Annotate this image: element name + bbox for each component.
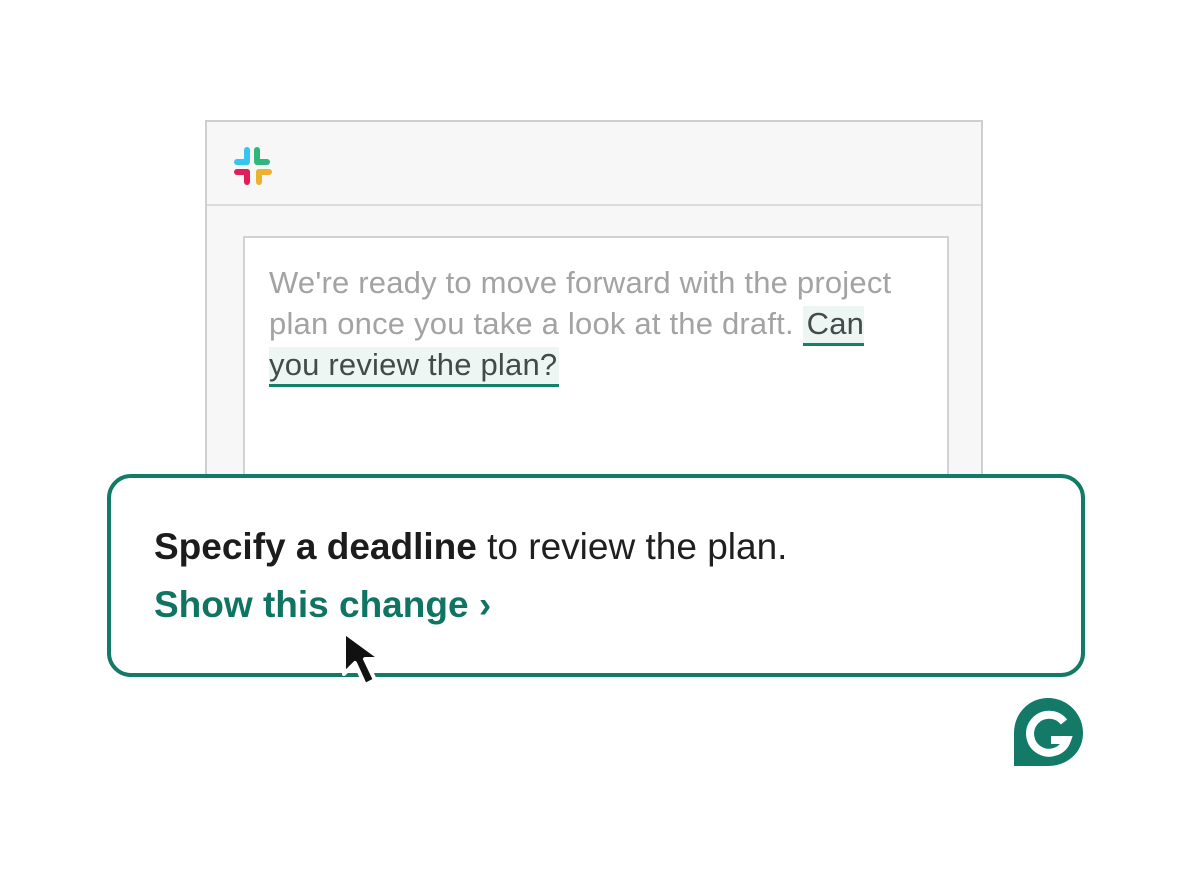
slack-header [207,122,981,206]
message-text: We're ready to move forward with the pro… [269,262,909,387]
suggestion-rest-text: to review the plan. [476,526,788,567]
mouse-pointer-icon [342,630,383,687]
stage: We're ready to move forward with the pro… [0,0,1200,888]
show-change-link[interactable]: Show this change › [154,582,491,628]
message-plain-text: We're ready to move forward with the pro… [269,265,892,341]
grammarly-logo-icon [1014,698,1083,766]
suggestion-card: Specify a deadline to review the plan. S… [107,474,1085,677]
slack-logo-icon [234,147,272,185]
suggestion-bold-text: Specify a deadline [154,526,477,567]
suggestion-text: Specify a deadline to review the plan. [154,524,787,570]
